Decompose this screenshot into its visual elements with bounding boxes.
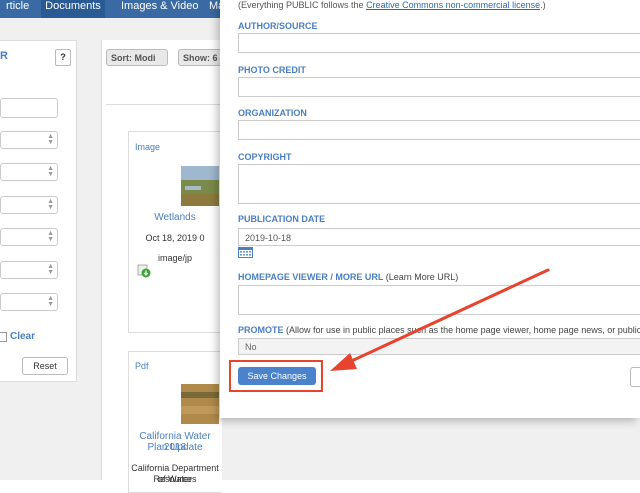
clear-checkbox[interactable] [0, 332, 7, 342]
help-button[interactable]: ? [55, 49, 71, 66]
filter-select-4[interactable]: ▲ ▼ [0, 228, 58, 246]
filter-select-1[interactable]: ▲ ▼ [0, 131, 58, 149]
tab-documents[interactable]: Documents [41, 0, 105, 18]
select-arrows-icon: ▲ ▼ [47, 198, 54, 211]
copyright-input[interactable] [238, 164, 640, 204]
card-date: Oct 18, 2019 0 [145, 233, 205, 243]
highlight-box [229, 360, 323, 392]
filter-title: R [0, 50, 8, 62]
tab-images-video[interactable]: Images & Video [121, 0, 198, 18]
filter-select-2[interactable]: ▲ ▼ [0, 163, 58, 181]
license-note-suffix: .) [540, 0, 546, 10]
result-card-pdf[interactable]: Pdf California Water Plan Update 2018 Ca… [128, 351, 221, 493]
reset-button[interactable]: Reset [22, 357, 68, 375]
tab-article[interactable]: rticle [6, 0, 29, 18]
homepage-learn-more: (Learn More URL) [385, 272, 459, 282]
license-note-prefix: (Everything PUBLIC follows the [238, 0, 367, 10]
license-note: (Everything PUBLIC follows the Creative … [238, 0, 546, 10]
publication-date-input[interactable]: 2019-10-18 [238, 228, 640, 246]
card-title-line2[interactable]: 2018 [129, 442, 221, 453]
result-card-image[interactable]: Image Wetlands Oct 18, 2019 0 image/jp [128, 131, 221, 333]
filter-select-5[interactable]: ▲ ▼ [0, 261, 58, 279]
photo-credit-input[interactable] [238, 77, 640, 97]
card-type-label: Pdf [135, 361, 149, 371]
select-arrows-icon: ▲ ▼ [47, 165, 54, 178]
card-type-label: Image [135, 142, 161, 152]
card-title[interactable]: Wetlands [129, 212, 221, 223]
promote-note: (Allow for use in public places such as … [286, 325, 640, 335]
clear-link[interactable]: Clear [10, 331, 35, 342]
author-input[interactable] [238, 33, 640, 53]
list-divider [106, 104, 220, 105]
sort-dropdown[interactable]: Sort: Modi [106, 49, 168, 66]
promote-label-text: PROMOTE [238, 325, 284, 335]
license-link[interactable]: Creative Commons non-commercial license [366, 0, 540, 10]
filter-search-input[interactable] [0, 98, 58, 118]
card-mime: image/jp [157, 253, 193, 263]
photo-credit-label: PHOTO CREDIT [238, 65, 306, 75]
filter-select-6[interactable]: ▲ ▼ [0, 293, 58, 311]
cancel-button[interactable] [630, 367, 640, 387]
homepage-url-input[interactable] [238, 285, 640, 315]
select-arrows-icon: ▲ ▼ [47, 295, 54, 308]
organization-input[interactable] [238, 120, 640, 140]
select-arrows-icon: ▲ ▼ [47, 263, 54, 276]
select-arrows-icon: ▲ ▼ [47, 133, 54, 146]
edit-modal: (Everything PUBLIC follows the Creative … [220, 0, 640, 418]
author-label: AUTHOR/SOURCE [238, 21, 318, 31]
calendar-icon[interactable] [238, 247, 253, 258]
download-icon[interactable] [137, 264, 151, 278]
promote-select[interactable]: No [238, 338, 640, 355]
show-dropdown[interactable]: Show: 6 [178, 49, 220, 66]
homepage-label-text: HOMEPAGE VIEWER / MORE URL [238, 272, 384, 282]
select-arrows-icon: ▲ ▼ [47, 230, 54, 243]
organization-label: ORGANIZATION [238, 108, 307, 118]
filter-select-3[interactable]: ▲ ▼ [0, 196, 58, 214]
publication-date-label: PUBLICATION DATE [238, 214, 326, 224]
promote-label: PROMOTE (Allow for use in public places … [238, 325, 640, 335]
pdf-thumbnail[interactable] [181, 384, 219, 424]
wetlands-thumbnail[interactable] [181, 166, 219, 206]
copyright-label: COPYRIGHT [238, 152, 292, 162]
homepage-label: HOMEPAGE VIEWER / MORE URL (Learn More U… [238, 272, 458, 282]
